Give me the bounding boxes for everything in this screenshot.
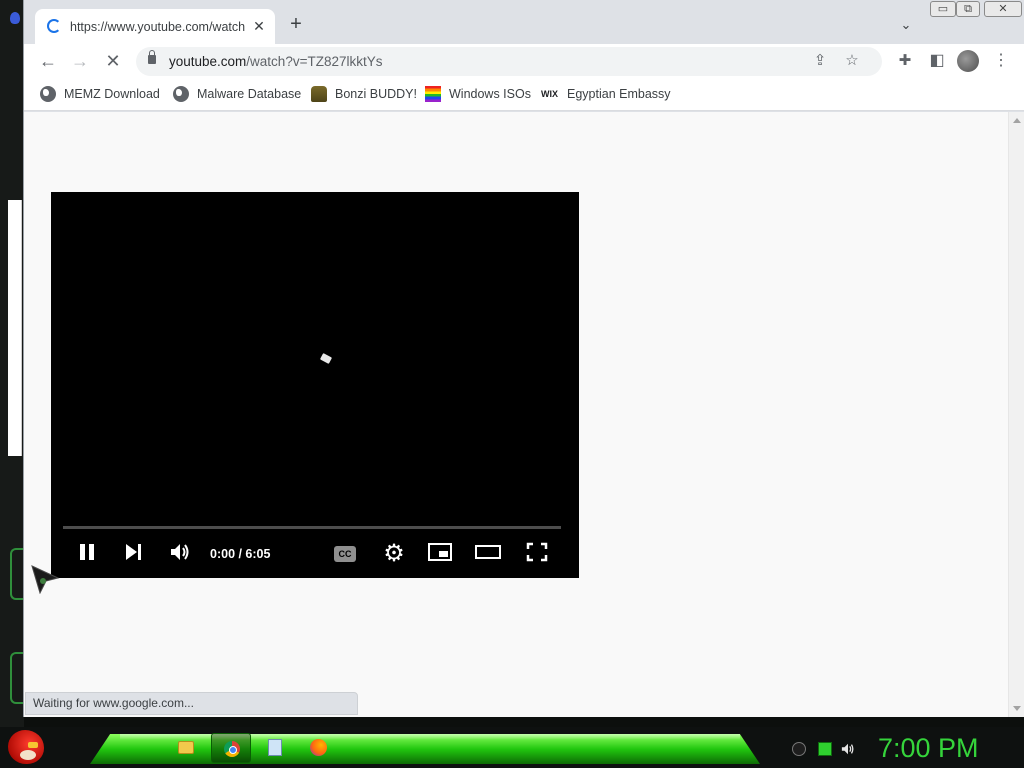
progress-bar[interactable] bbox=[63, 526, 561, 529]
scroll-up-arrow-icon[interactable] bbox=[1013, 118, 1021, 123]
theater-mode-icon[interactable] bbox=[475, 542, 501, 562]
globe-icon bbox=[173, 86, 189, 102]
desktop-icon[interactable] bbox=[10, 12, 20, 24]
scroll-down-arrow-icon[interactable] bbox=[1013, 706, 1021, 711]
taskbar-file-explorer[interactable] bbox=[168, 733, 208, 763]
status-bubble: Waiting for www.google.com... bbox=[25, 692, 358, 715]
tab-search-chevron-icon[interactable]: ⌄ bbox=[896, 16, 916, 34]
menu-kebab-icon[interactable]: ⋮ bbox=[989, 49, 1013, 73]
fullscreen-icon[interactable] bbox=[526, 542, 548, 562]
tab-close-icon[interactable]: ✕ bbox=[251, 18, 267, 34]
bookmark-windows-isos[interactable]: Windows ISOs bbox=[425, 84, 531, 104]
desktop-frame-edge bbox=[10, 652, 24, 704]
volume-icon[interactable] bbox=[169, 542, 191, 562]
lock-icon[interactable] bbox=[148, 50, 156, 64]
time-display: 0:00 / 6:05 bbox=[210, 547, 271, 561]
notepad-icon bbox=[268, 739, 282, 756]
browser-window: https://www.youtube.com/watch ✕ + ⌄ ▭ ⧉ … bbox=[23, 0, 1024, 717]
bookmark-memz-download[interactable]: MEMZ Download bbox=[40, 84, 160, 104]
profile-avatar[interactable] bbox=[957, 50, 979, 72]
stop-loading-icon[interactable]: ✕ bbox=[101, 49, 125, 73]
minimize-button[interactable]: ▭ bbox=[930, 1, 956, 17]
rainbow-flag-icon bbox=[425, 86, 441, 102]
loading-indicator bbox=[319, 353, 333, 364]
settings-gear-icon[interactable]: ⚙ bbox=[381, 541, 407, 567]
tab-youtube[interactable]: https://www.youtube.com/watch ✕ bbox=[35, 9, 275, 44]
bookmark-malware-database[interactable]: Malware Database bbox=[173, 84, 301, 104]
chrome-icon bbox=[224, 741, 240, 757]
bookmark-label: Bonzi BUDDY! bbox=[335, 87, 417, 101]
taskbar-notepad[interactable] bbox=[256, 733, 296, 763]
taskbar-clock[interactable]: 7:00 PM bbox=[878, 733, 998, 763]
loading-spinner-icon bbox=[47, 19, 61, 33]
share-icon[interactable]: ⇪ bbox=[810, 51, 830, 71]
bookmark-label: Egyptian Embassy bbox=[567, 87, 671, 101]
extensions-puzzle-icon[interactable]: ✚ bbox=[893, 49, 917, 73]
network-icon[interactable] bbox=[818, 742, 832, 756]
close-window-button[interactable]: ✕ bbox=[984, 1, 1022, 17]
start-button-angry-bird-icon[interactable] bbox=[8, 730, 44, 764]
side-panel-icon[interactable]: ◧ bbox=[925, 49, 949, 73]
wix-icon: WIX bbox=[541, 89, 558, 99]
bookmark-bonzi-buddy[interactable]: Bonzi BUDDY! bbox=[311, 84, 417, 104]
bookmark-label: MEMZ Download bbox=[64, 87, 160, 101]
tab-title: https://www.youtube.com/watch bbox=[70, 20, 246, 34]
bookmark-label: Malware Database bbox=[197, 87, 302, 101]
address-bar[interactable]: youtube.com/watch?v=TZ827lkktYs ⇪ ☆ bbox=[136, 47, 882, 76]
next-icon[interactable] bbox=[123, 542, 143, 562]
taskbar-chrome[interactable] bbox=[211, 733, 251, 763]
bookmark-label: Windows ISOs bbox=[449, 87, 531, 101]
tray-chevron-icon[interactable] bbox=[792, 742, 806, 756]
taskbar-firefox[interactable] bbox=[299, 733, 339, 763]
volume-tray-icon[interactable] bbox=[841, 742, 855, 756]
page-scrollbar[interactable] bbox=[1008, 112, 1024, 717]
url-host: youtube.com bbox=[169, 54, 247, 69]
address-bar-url[interactable]: youtube.com/watch?v=TZ827lkktYs bbox=[169, 53, 382, 70]
globe-icon bbox=[40, 86, 56, 102]
new-tab-button[interactable]: + bbox=[286, 14, 306, 34]
restore-button[interactable]: ⧉ bbox=[956, 1, 980, 17]
bookmark-egyptian-embassy[interactable]: WIX Egyptian Embassy bbox=[541, 84, 671, 104]
bookmarks-bar: MEMZ Download Malware Database Bonzi BUD… bbox=[24, 78, 1024, 111]
captions-icon[interactable]: CC bbox=[334, 546, 356, 562]
forward-arrow-icon[interactable]: → bbox=[68, 49, 92, 73]
tab-strip: https://www.youtube.com/watch ✕ + ⌄ ▭ ⧉ … bbox=[24, 0, 1024, 44]
miniplayer-icon[interactable] bbox=[428, 542, 452, 562]
video-player[interactable]: 0:00 / 6:05 CC ⚙ bbox=[51, 192, 579, 578]
background-window-edge bbox=[8, 200, 22, 456]
page-content: 0:00 / 6:05 CC ⚙ bbox=[24, 112, 1008, 717]
desktop-frame-edge bbox=[10, 548, 24, 600]
firefox-icon bbox=[310, 739, 327, 756]
bookmark-star-icon[interactable]: ☆ bbox=[842, 51, 862, 71]
browser-toolbar: ← → ✕ youtube.com/watch?v=TZ827lkktYs ⇪ … bbox=[24, 44, 1024, 78]
taskbar bbox=[0, 727, 1024, 768]
mouse-cursor-icon bbox=[31, 565, 60, 594]
pause-icon[interactable] bbox=[77, 542, 97, 562]
bonzi-icon bbox=[311, 86, 327, 102]
back-arrow-icon[interactable]: ← bbox=[36, 49, 60, 73]
folder-icon bbox=[178, 741, 194, 754]
url-path: /watch?v=TZ827lkktYs bbox=[246, 54, 383, 69]
